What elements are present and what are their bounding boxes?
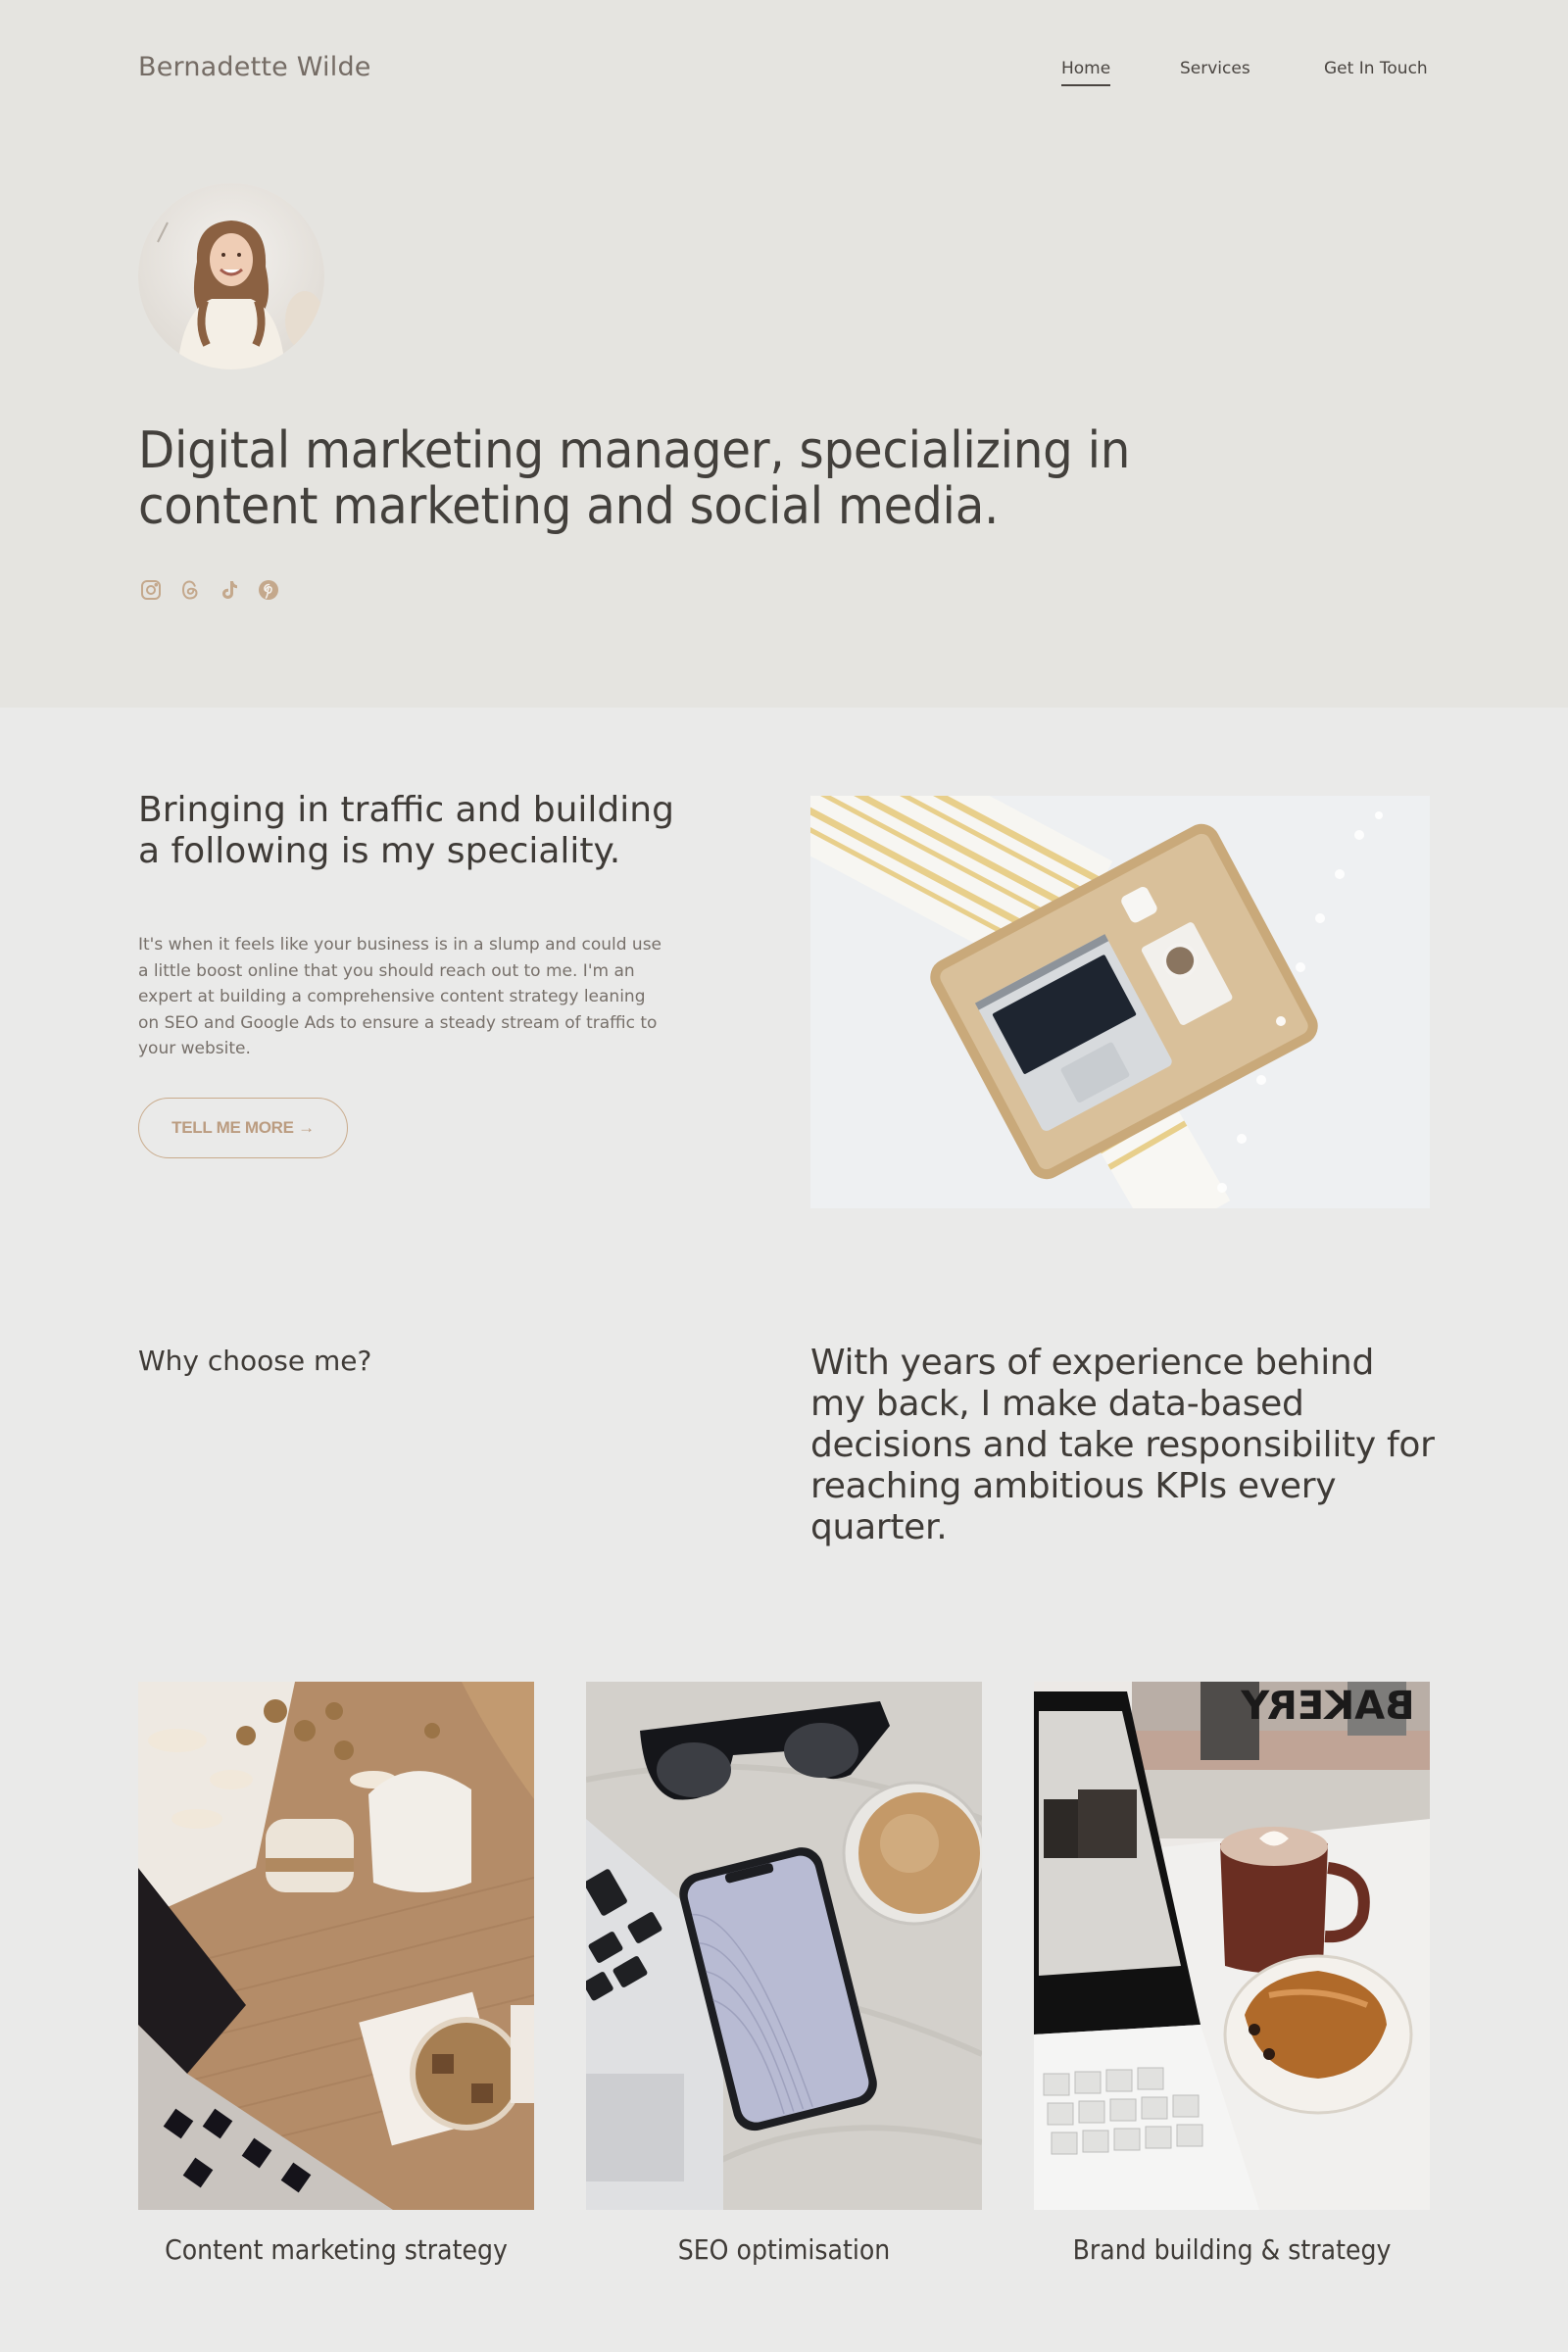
phone-coffee-photo — [586, 1682, 982, 2210]
speciality-heading: Bringing in traffic and building a follo… — [138, 790, 674, 871]
hero-title: Digital marketing manager, specializing … — [138, 421, 1131, 536]
main-nav: Home Services Get In Touch — [0, 59, 1568, 88]
svg-text:BAKERY: BAKERY — [1240, 1684, 1414, 1729]
service-image: BAKERY — [1034, 1682, 1430, 2210]
desk-flowers-photo — [138, 1682, 534, 2210]
nav-get-in-touch[interactable]: Get In Touch — [1324, 59, 1428, 78]
tell-me-more-button[interactable]: TELL ME MORE → — [138, 1098, 348, 1158]
bakery-laptop-photo: BAKERY — [1034, 1682, 1430, 2210]
service-image — [586, 1682, 982, 2210]
nav-home[interactable]: Home — [1061, 59, 1111, 86]
pinterest-icon[interactable] — [256, 577, 281, 603]
why-choose-me-text: With years of experience behind my back,… — [810, 1343, 1435, 1547]
speciality-description: It's when it feels like your business is… — [138, 935, 662, 1059]
service-card[interactable]: SEO optimisation — [586, 1682, 982, 2266]
why-choose-me-heading: Why choose me? — [138, 1345, 372, 1377]
social-links — [138, 577, 281, 603]
speciality-image — [810, 796, 1430, 1208]
threads-icon[interactable] — [177, 577, 203, 603]
service-title: Content marketing strategy — [165, 2233, 508, 2266]
service-title: SEO optimisation — [677, 2233, 891, 2266]
service-card[interactable]: Content marketing strategy — [138, 1682, 534, 2266]
service-image — [138, 1682, 534, 2210]
laptop-tray-photo — [810, 796, 1430, 1208]
service-title: Brand building & strategy — [1072, 2233, 1392, 2266]
tiktok-icon[interactable] — [217, 577, 242, 603]
avatar-photo — [138, 183, 324, 369]
instagram-icon[interactable] — [138, 577, 164, 603]
nav-services[interactable]: Services — [1180, 59, 1250, 78]
hero-section: Bernadette Wilde Home Services Get In To… — [0, 0, 1568, 708]
service-card[interactable]: BAKERY Brand building & strategy — [1034, 1682, 1430, 2266]
avatar — [138, 183, 324, 369]
